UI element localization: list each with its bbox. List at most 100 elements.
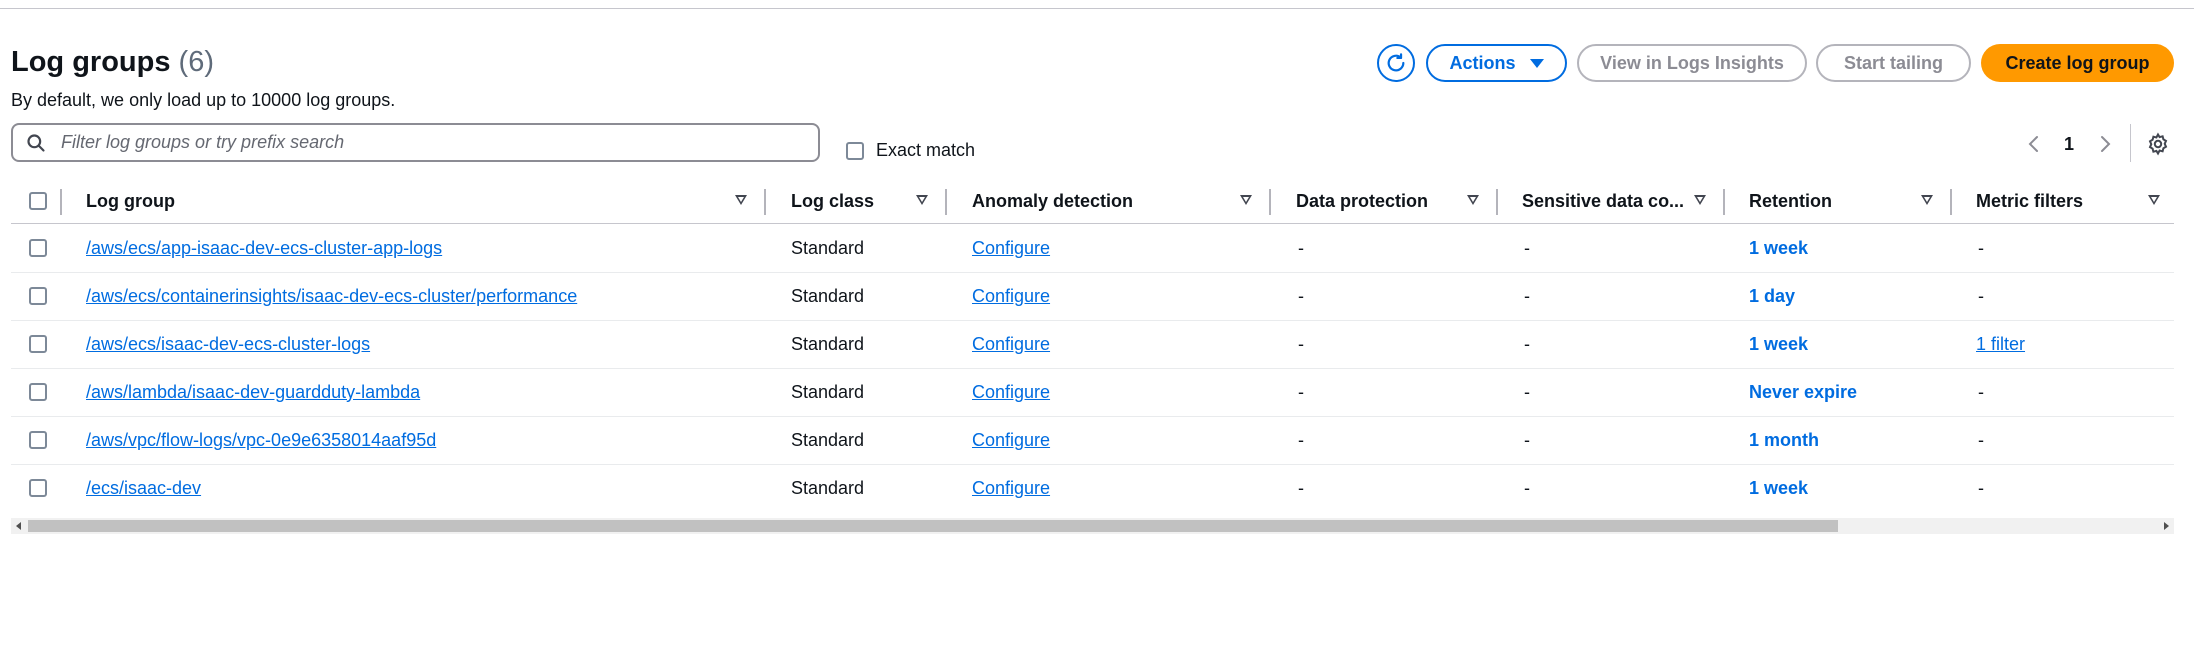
configure-anomaly-link[interactable]: Configure	[972, 320, 1050, 368]
sort-icon[interactable]	[2148, 195, 2160, 205]
metric-filters-cell: -	[1978, 237, 1984, 258]
sort-icon[interactable]	[1694, 195, 1706, 205]
row-checkbox[interactable]	[29, 431, 47, 449]
view-in-logs-insights-button[interactable]: View in Logs Insights	[1577, 44, 1807, 82]
data-protection-cell: -	[1298, 429, 1304, 450]
log-class-cell: Standard	[791, 333, 865, 354]
refresh-icon	[1387, 53, 1405, 72]
gear-icon	[2148, 132, 2168, 156]
column-header-log-group[interactable]: Log group	[86, 179, 175, 223]
actions-button[interactable]: Actions	[1426, 44, 1567, 82]
table-row: /aws/lambda/isaac-dev-guardduty-lambda S…	[11, 368, 2174, 417]
log-class-cell: Standard	[791, 429, 865, 450]
top-divider	[0, 8, 2194, 9]
metric-filters-cell: -	[1978, 285, 1984, 306]
exact-match-label: Exact match	[876, 140, 976, 160]
sensitive-data-cell: -	[1524, 381, 1530, 402]
retention-link[interactable]: 1 week	[1749, 224, 1808, 272]
log-group-link[interactable]: /aws/vpc/flow-logs/vpc-0e9e6358014aaf95d	[86, 416, 436, 464]
data-protection-cell: -	[1298, 333, 1304, 354]
sensitive-data-cell: -	[1524, 237, 1530, 258]
row-checkbox[interactable]	[29, 335, 47, 353]
sensitive-data-cell: -	[1524, 333, 1530, 354]
column-header-log-class[interactable]: Log class	[791, 179, 874, 223]
metric-filters-cell: -	[1978, 429, 1984, 450]
log-group-link[interactable]: /aws/ecs/containerinsights/isaac-dev-ecs…	[86, 272, 577, 320]
select-all-checkbox[interactable]	[29, 192, 47, 210]
log-group-link[interactable]: /aws/lambda/isaac-dev-guardduty-lambda	[86, 368, 420, 416]
sensitive-data-cell: -	[1524, 477, 1530, 498]
sensitive-data-cell: -	[1524, 429, 1530, 450]
data-protection-cell: -	[1298, 237, 1304, 258]
configure-anomaly-link[interactable]: Configure	[972, 416, 1050, 464]
column-divider[interactable]	[1950, 189, 1952, 215]
exact-match-checkbox[interactable]	[846, 141, 864, 160]
page-subtitle: By default, we only load up to 10000 log…	[11, 90, 396, 110]
log-group-link[interactable]: /aws/ecs/isaac-dev-ecs-cluster-logs	[86, 320, 370, 368]
metric-filters-cell: -	[1978, 381, 1984, 402]
page-title: Log groups (6)	[11, 44, 214, 80]
configure-anomaly-link[interactable]: Configure	[972, 464, 1050, 512]
table-row: /aws/ecs/app-isaac-dev-ecs-cluster-app-l…	[11, 224, 2174, 273]
configure-anomaly-link[interactable]: Configure	[972, 272, 1050, 320]
column-divider[interactable]	[1269, 189, 1271, 215]
configure-anomaly-link[interactable]: Configure	[972, 224, 1050, 272]
column-divider[interactable]	[1496, 189, 1498, 215]
column-header-retention[interactable]: Retention	[1749, 179, 1832, 223]
sort-icon[interactable]	[1467, 195, 1479, 205]
retention-link[interactable]: 1 day	[1749, 272, 1795, 320]
column-header-sensitive-data[interactable]: Sensitive data co...	[1522, 179, 1684, 223]
data-protection-cell: -	[1298, 285, 1304, 306]
row-checkbox[interactable]	[29, 383, 47, 401]
sort-icon[interactable]	[1240, 195, 1252, 205]
next-page-button[interactable]	[2098, 131, 2112, 157]
actions-button-label: Actions	[1449, 52, 1516, 73]
page-title-text: Log groups	[11, 46, 171, 78]
chevron-right-icon	[2101, 136, 2111, 152]
row-checkbox[interactable]	[29, 479, 47, 497]
retention-link[interactable]: 1 week	[1749, 320, 1808, 368]
sort-icon[interactable]	[735, 195, 747, 205]
configure-anomaly-link[interactable]: Configure	[972, 368, 1050, 416]
scroll-left-icon[interactable]	[16, 522, 21, 530]
log-group-link[interactable]: /aws/ecs/app-isaac-dev-ecs-cluster-app-l…	[86, 224, 442, 272]
scrollbar-thumb[interactable]	[28, 520, 1838, 532]
table-settings-button[interactable]	[2144, 130, 2172, 158]
column-divider[interactable]	[764, 189, 766, 215]
log-class-cell: Standard	[791, 381, 865, 402]
scroll-right-icon[interactable]	[2164, 522, 2169, 530]
page-number[interactable]: 1	[2064, 131, 2074, 157]
sort-icon[interactable]	[1921, 195, 1933, 205]
column-header-anomaly-detection[interactable]: Anomaly detection	[972, 179, 1133, 223]
search-box	[11, 123, 820, 162]
sensitive-data-cell: -	[1524, 285, 1530, 306]
search-icon	[13, 133, 59, 153]
column-divider[interactable]	[945, 189, 947, 215]
exact-match[interactable]: Exact match	[846, 140, 975, 161]
row-checkbox[interactable]	[29, 239, 47, 257]
log-class-cell: Standard	[791, 285, 865, 306]
log-class-cell: Standard	[791, 237, 865, 258]
horizontal-scrollbar[interactable]	[11, 518, 2174, 534]
create-log-group-button[interactable]: Create log group	[1981, 44, 2174, 82]
metric-filter-link[interactable]: 1 filter	[1976, 320, 2025, 368]
previous-page-button[interactable]	[2027, 131, 2041, 157]
pagination-divider	[2130, 124, 2131, 162]
sort-icon[interactable]	[916, 195, 928, 205]
metric-filters-cell: -	[1978, 477, 1984, 498]
row-checkbox[interactable]	[29, 287, 47, 305]
start-tailing-button[interactable]: Start tailing	[1816, 44, 1971, 82]
column-header-data-protection[interactable]: Data protection	[1296, 179, 1428, 223]
retention-link[interactable]: 1 month	[1749, 416, 1819, 464]
caret-down-icon	[1529, 58, 1544, 68]
retention-link[interactable]: Never expire	[1749, 368, 1857, 416]
log-group-link[interactable]: /ecs/isaac-dev	[86, 464, 201, 512]
search-input[interactable]	[59, 131, 803, 154]
retention-link[interactable]: 1 week	[1749, 464, 1808, 512]
column-divider	[60, 189, 62, 215]
column-header-metric-filters[interactable]: Metric filters	[1976, 179, 2083, 223]
column-divider[interactable]	[1723, 189, 1725, 215]
refresh-button[interactable]	[1377, 44, 1415, 82]
table-row: /aws/ecs/containerinsights/isaac-dev-ecs…	[11, 272, 2174, 321]
chevron-left-icon	[2028, 136, 2038, 152]
